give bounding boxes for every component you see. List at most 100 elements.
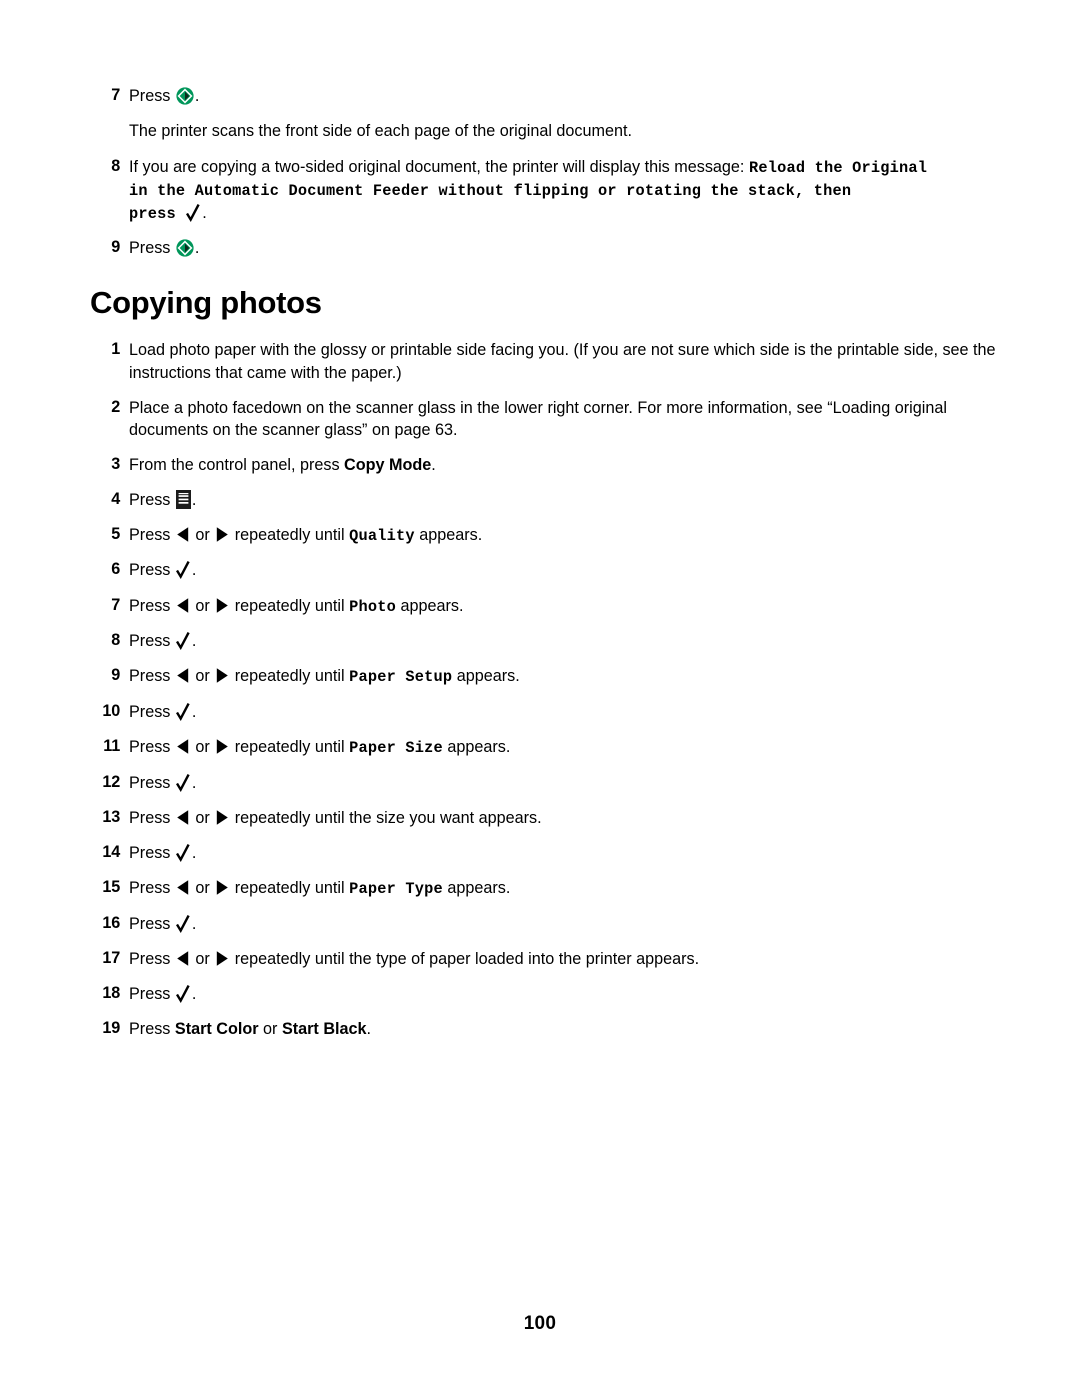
step-number: 7 xyxy=(111,595,120,614)
step-text-middle: or xyxy=(190,879,215,898)
display-menu-value: Quality xyxy=(349,526,415,545)
step-text-suffix: . xyxy=(191,561,197,580)
step-text-prefix: Press xyxy=(129,596,175,615)
step-row: 9 Press or repeatedly until Paper Setup … xyxy=(90,665,1000,688)
step-text-middle: or xyxy=(258,1019,282,1038)
step-number: 10 xyxy=(102,702,120,721)
check-button-icon xyxy=(175,843,191,863)
right-arrow-icon xyxy=(215,738,229,755)
step-text: Press . xyxy=(129,983,1000,1005)
step-text-prefix: Press xyxy=(129,879,175,898)
step-row: 3 From the control panel, press Copy Mod… xyxy=(90,454,1000,476)
step-number: 9 xyxy=(111,238,120,257)
step-text: From the control panel, press Copy Mode. xyxy=(129,454,1000,476)
left-arrow-icon xyxy=(176,667,190,684)
check-button-icon xyxy=(175,560,191,580)
left-arrow-icon xyxy=(176,738,190,755)
step-number: 8 xyxy=(111,157,120,176)
step-text: Press or repeatedly until Photo appears. xyxy=(129,595,1000,618)
step-text-prefix: Press xyxy=(129,808,175,827)
step-text-suffix: . xyxy=(194,239,200,258)
step-text-suffix: . xyxy=(191,914,197,933)
step-text-middle: or xyxy=(190,808,215,827)
step-number: 7 xyxy=(111,86,120,104)
start-color-button-label: Start Color xyxy=(174,1019,259,1038)
check-button-icon xyxy=(175,914,191,933)
step-text-suffix: . xyxy=(191,773,197,792)
step-text: Press Start Color or Start Black. xyxy=(129,1018,1000,1040)
step-text-suffix: . xyxy=(366,1019,372,1038)
step-row: 2 Place a photo facedown on the scanner … xyxy=(90,397,1000,441)
display-message-line1: Reload the Original xyxy=(748,159,928,178)
check-button-icon xyxy=(186,203,201,222)
step-text: Press . xyxy=(129,489,1000,511)
start-button-icon xyxy=(176,87,194,105)
step-text-suffix: appears. xyxy=(452,667,520,686)
step-row: 12 Press . xyxy=(90,772,1000,794)
step-row: 18 Press . xyxy=(90,983,1000,1005)
page-content: 7 Press . The printer scans the front si… xyxy=(90,85,1000,1053)
step-text-after: repeatedly until xyxy=(230,879,350,898)
step-number: 4 xyxy=(111,489,120,508)
step-text-prefix: Press xyxy=(129,773,175,792)
step-text-suffix: appears. xyxy=(395,596,464,615)
step-row: 1 Load photo paper with the glossy or pr… xyxy=(90,339,1000,383)
step-text-prefix: Press xyxy=(129,1019,175,1038)
step-number: 12 xyxy=(102,772,120,791)
left-arrow-icon xyxy=(176,950,190,967)
step-number: 8 xyxy=(111,631,120,650)
right-arrow-icon xyxy=(215,597,229,614)
step-row: 6 Press . xyxy=(90,559,1000,581)
step-text: Press or repeatedly until the size you w… xyxy=(129,807,1000,829)
step-text-prefix: Press xyxy=(129,984,175,1003)
step-text-prefix: From the control panel, press xyxy=(129,455,345,474)
step-note-paragraph: The printer scans the front side of each… xyxy=(129,122,633,141)
step-text: Press . xyxy=(129,701,1000,723)
step-text-prefix: If you are copying a two-sided original … xyxy=(129,158,749,177)
step-text: Press or repeatedly until Paper Size app… xyxy=(129,736,1000,759)
step-row: 10 Press . xyxy=(90,701,1000,723)
step-text-prefix: Press xyxy=(129,239,175,258)
step-text-prefix: Press xyxy=(129,561,175,580)
step-text-middle: or xyxy=(190,949,215,968)
left-arrow-icon xyxy=(176,526,190,543)
step-number: 19 xyxy=(102,1018,120,1037)
step-text-middle: or xyxy=(190,667,215,686)
start-black-button-label: Start Black xyxy=(281,1019,367,1038)
right-arrow-icon xyxy=(215,667,229,684)
step-text: Press or repeatedly until Paper Type app… xyxy=(129,877,1000,900)
section-heading: Copying photos xyxy=(90,285,322,321)
step-text-middle: or xyxy=(190,738,215,757)
step-text: Press . xyxy=(129,913,1000,935)
step-number: 1 xyxy=(111,340,120,359)
step-text-prefix: Press xyxy=(129,844,175,863)
step-row: 19 Press Start Color or Start Black. xyxy=(90,1018,1000,1040)
step-number: 6 xyxy=(111,560,120,579)
step-row: 8 Press . xyxy=(90,630,1000,652)
step-text-after: repeatedly until xyxy=(230,525,350,544)
step-number: 17 xyxy=(102,948,120,967)
step-text: Press . xyxy=(129,237,1000,259)
step-text: Press . xyxy=(129,85,1000,107)
step-text-prefix: Press xyxy=(129,667,175,686)
step-text-suffix: appears. xyxy=(442,879,511,898)
check-button-icon xyxy=(175,773,191,792)
step-row: 8 If you are copying a two-sided origina… xyxy=(90,156,1000,224)
step-text-suffix: . xyxy=(191,490,197,509)
step-text-after: repeatedly until the size you want appea… xyxy=(230,808,542,827)
step-text-after: repeatedly until xyxy=(230,738,350,757)
step-number: 14 xyxy=(102,843,120,862)
step-text-prefix: Press xyxy=(129,632,175,651)
step-text: Load photo paper with the glossy or prin… xyxy=(129,341,996,382)
step-row: 7 Press . xyxy=(90,85,1000,107)
display-menu-value: Paper Size xyxy=(349,739,443,758)
step-row: 11 Press or repeatedly until Paper Size … xyxy=(90,736,1000,759)
step-text: Place a photo facedown on the scanner gl… xyxy=(129,398,947,439)
step-row: 4 Press . xyxy=(90,489,1000,511)
step-row: 17 Press or repeatedly until the type of… xyxy=(90,948,1000,970)
step-text-prefix: Press xyxy=(129,949,175,968)
right-arrow-icon xyxy=(215,879,229,896)
step-row: 5 Press or repeatedly until Quality appe… xyxy=(90,524,1000,547)
step-number: 18 xyxy=(102,983,120,1002)
check-button-icon xyxy=(175,631,191,651)
